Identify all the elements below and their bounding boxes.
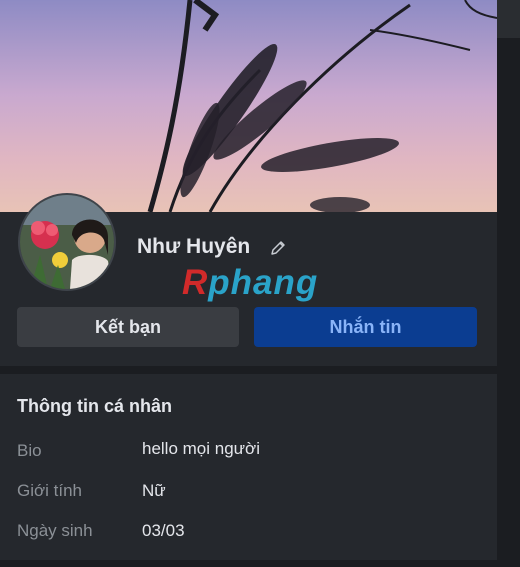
gender-value: Nữ <box>142 481 166 500</box>
edit-name-button[interactable] <box>266 236 290 260</box>
message-button[interactable]: Nhắn tin <box>254 307 477 347</box>
pencil-icon <box>271 241 285 255</box>
avatar[interactable] <box>18 193 116 291</box>
watermark-part2: phang <box>208 263 319 302</box>
personal-info-title: Thông tin cá nhân <box>17 396 172 416</box>
watermark-part1: R <box>182 263 209 302</box>
add-friend-button[interactable]: Kết bạn <box>17 307 239 347</box>
right-scroll-area <box>497 0 520 567</box>
section-divider <box>0 366 497 374</box>
bio-label: Bio <box>17 441 42 460</box>
bottom-divider <box>0 560 497 567</box>
right-topbar <box>497 0 520 38</box>
gender-label: Giới tính <box>17 481 83 500</box>
birthday-label: Ngày sinh <box>17 521 93 540</box>
watermark-logo: Rphang <box>182 263 318 303</box>
birthday-value: 03/03 <box>142 521 185 540</box>
cover-photo[interactable] <box>0 0 497 212</box>
bio-value: hello mọi người <box>142 439 260 458</box>
profile-name: Như Huyên <box>137 235 251 258</box>
